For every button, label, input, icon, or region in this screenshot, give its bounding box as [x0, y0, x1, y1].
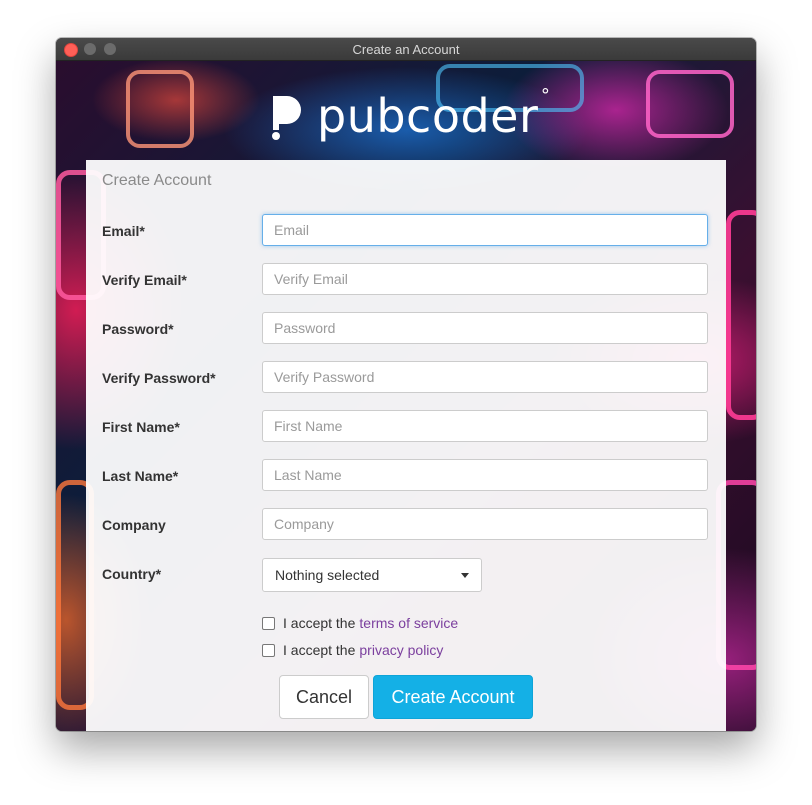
country-label: Country*: [102, 566, 162, 582]
first-name-field[interactable]: [262, 410, 708, 442]
neon-decoration: [126, 70, 194, 148]
verify-password-field[interactable]: [262, 361, 708, 393]
terms-checkbox[interactable]: [262, 616, 275, 630]
logo-wordmark: pubcoder °: [317, 85, 550, 143]
last-name-field[interactable]: [262, 459, 708, 491]
create-account-window: Create an Account pubcoder ° Create Accou…: [56, 38, 756, 731]
first-name-label: First Name*: [102, 419, 180, 435]
cancel-button[interactable]: Cancel: [279, 675, 369, 719]
title-bar: Create an Account: [56, 38, 756, 61]
verify-password-label: Verify Password*: [102, 370, 216, 386]
country-select[interactable]: Nothing selected: [262, 558, 482, 592]
logo-degree-mark: °: [540, 85, 551, 106]
caret-down-icon: [461, 572, 469, 578]
create-account-button[interactable]: Create Account: [373, 675, 533, 719]
email-label: Email*: [102, 223, 145, 239]
country-select-value: Nothing selected: [275, 567, 380, 583]
logo-text: pubcoder: [317, 89, 539, 143]
password-field[interactable]: [262, 312, 708, 344]
last-name-label: Last Name*: [102, 468, 179, 484]
create-account-form: Create Account Email* Verify Email* Pass…: [86, 160, 726, 731]
password-label: Password*: [102, 321, 174, 337]
company-label: Company: [102, 517, 166, 533]
privacy-policy-link[interactable]: privacy policy: [359, 642, 443, 658]
email-field[interactable]: [262, 214, 708, 246]
terms-row: I accept the terms of service: [262, 615, 458, 631]
neon-decoration: [646, 70, 734, 138]
verify-email-label: Verify Email*: [102, 272, 187, 288]
privacy-checkbox[interactable]: [262, 643, 275, 657]
privacy-row: I accept the privacy policy: [262, 642, 443, 658]
neon-decoration: [726, 210, 756, 420]
company-field[interactable]: [262, 508, 708, 540]
pubcoder-logo-icon: [272, 96, 301, 140]
pubcoder-logo: pubcoder °: [269, 85, 550, 143]
verify-email-field[interactable]: [262, 263, 708, 295]
form-title: Create Account: [102, 172, 212, 189]
background-image: pubcoder° Create Account Email* Verify E…: [56, 60, 756, 731]
terms-prefix: I accept the: [283, 615, 356, 631]
terms-of-service-link[interactable]: terms of service: [359, 615, 458, 631]
window-title: Create an Account: [352, 42, 460, 57]
privacy-prefix: I accept the: [283, 642, 356, 658]
